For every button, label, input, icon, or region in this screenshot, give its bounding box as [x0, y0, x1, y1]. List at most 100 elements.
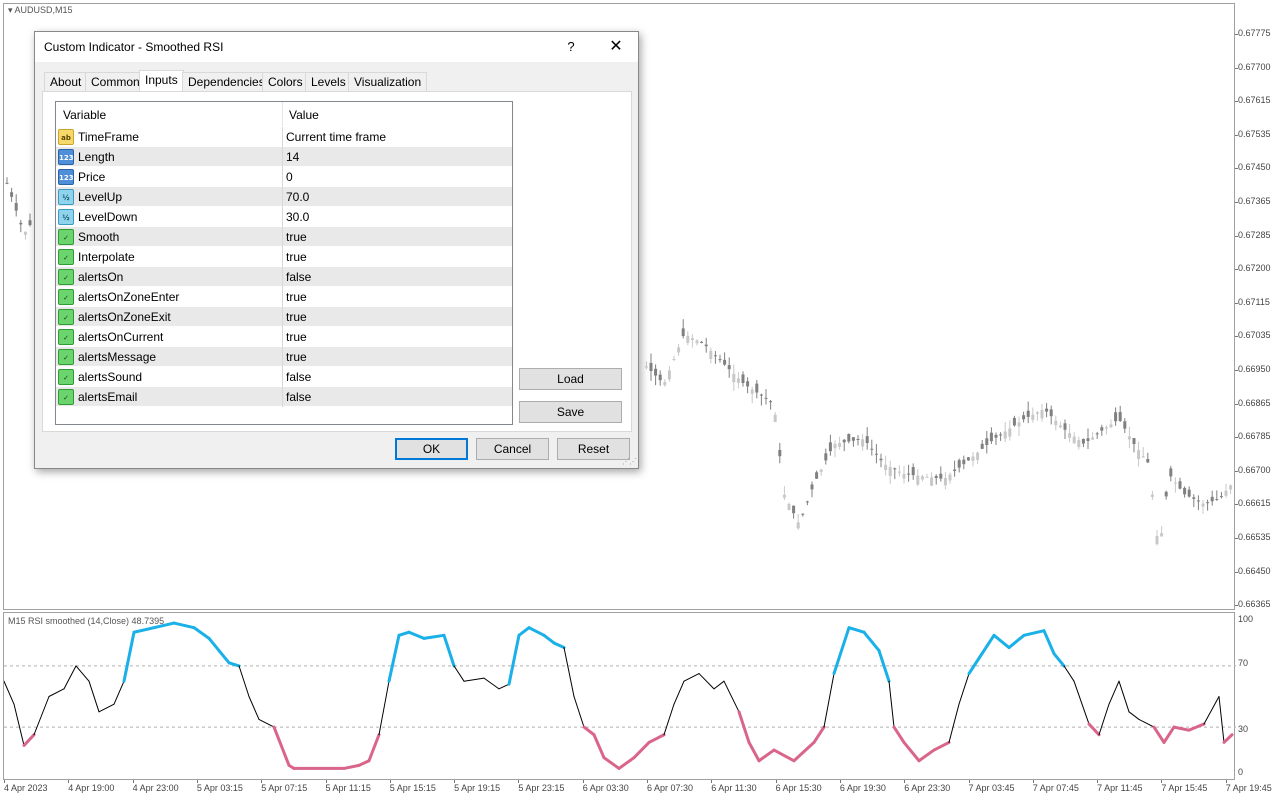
- help-button[interactable]: ?: [559, 32, 583, 62]
- cancel-button[interactable]: Cancel: [476, 438, 549, 460]
- candle-body: [755, 383, 759, 393]
- candle-body: [957, 460, 961, 468]
- variable-value[interactable]: true: [286, 290, 307, 304]
- candle-body: [861, 439, 865, 447]
- rsi-segment: [463, 677, 485, 682]
- rsi-segment: [4, 680, 15, 705]
- time-tick-label: 7 Apr 07:45: [1032, 783, 1079, 793]
- rsi-level-label: 0: [1238, 767, 1244, 777]
- time-tick-label: 5 Apr 15:15: [389, 783, 436, 793]
- input-row-leveldown[interactable]: ½ LevelDown 30.0: [56, 207, 512, 227]
- rsi-segment: [1222, 733, 1234, 744]
- price-tick-label: 0.66700: [1238, 464, 1271, 475]
- input-row-levelup[interactable]: ½ LevelUp 70.0: [56, 187, 512, 207]
- save-button[interactable]: Save: [519, 401, 622, 423]
- rsi-segment: [98, 703, 115, 713]
- input-row-alertssound[interactable]: ✓ alertsSound false: [56, 367, 512, 387]
- tab-levels[interactable]: Levels: [305, 72, 352, 91]
- rsi-segment: [647, 733, 666, 744]
- variable-value[interactable]: 30.0: [286, 210, 309, 224]
- input-row-alertson[interactable]: ✓ alertsOn false: [56, 267, 512, 287]
- indicator-window[interactable]: M15 RSI smoothed (14,Close) 48.7395: [3, 612, 1236, 780]
- candle-body: [1123, 421, 1127, 429]
- rsi-segment: [1042, 629, 1056, 656]
- input-row-alertsonzoneexit[interactable]: ✓ alertsOnZoneExit true: [56, 307, 512, 327]
- variable-value[interactable]: true: [286, 330, 307, 344]
- rsi-segment: [75, 665, 90, 682]
- input-row-alertsoncurrent[interactable]: ✓ alertsOnCurrent true: [56, 327, 512, 347]
- load-button[interactable]: Load: [519, 368, 622, 390]
- variable-name: LevelDown: [78, 210, 138, 224]
- reset-button[interactable]: Reset: [557, 438, 630, 460]
- tab-colors[interactable]: Colors: [262, 72, 309, 91]
- price-tick-label: 0.66450: [1238, 565, 1271, 576]
- rsi-segment: [527, 626, 546, 637]
- candle-body: [856, 438, 860, 440]
- candle-body: [851, 437, 855, 441]
- candle-body: [1146, 458, 1150, 463]
- candle-body: [792, 505, 796, 514]
- candle-body: [1132, 438, 1136, 444]
- tab-inputs[interactable]: Inputs: [139, 70, 184, 92]
- price-tick-label: 0.66535: [1238, 532, 1271, 542]
- candle-body: [1091, 437, 1095, 440]
- price-tick-label: 0.67615: [1238, 95, 1271, 106]
- variable-value[interactable]: 14: [286, 150, 299, 164]
- variable-value[interactable]: true: [286, 310, 307, 324]
- candle-body: [764, 397, 768, 399]
- candle-body: [1160, 533, 1164, 537]
- variable-value[interactable]: 0: [286, 170, 293, 184]
- rsi-segment: [888, 680, 895, 728]
- variable-value[interactable]: true: [286, 350, 307, 364]
- input-row-alertsmessage[interactable]: ✓ alertsMessage true: [56, 347, 512, 367]
- candle-body: [847, 434, 851, 442]
- tab-dependencies[interactable]: Dependencies: [182, 72, 271, 91]
- input-row-length[interactable]: 123 Length 14: [56, 147, 512, 167]
- input-row-price[interactable]: 123 Price 0: [56, 167, 512, 187]
- ok-button[interactable]: OK: [395, 438, 468, 460]
- input-row-timeframe[interactable]: ab TimeFrame Current time frame: [56, 127, 512, 147]
- candle-body: [1031, 414, 1035, 420]
- candle-body: [833, 443, 837, 449]
- variable-value[interactable]: Current time frame: [286, 130, 386, 144]
- column-variable[interactable]: Variable: [63, 108, 106, 122]
- variable-name: Interpolate: [78, 250, 135, 264]
- candle-body: [5, 182, 9, 184]
- candle-body: [1022, 415, 1026, 420]
- candle-body: [1017, 422, 1021, 427]
- close-button[interactable]: ✕: [595, 32, 637, 62]
- variable-value[interactable]: false: [286, 390, 311, 404]
- collapse-triangle-icon[interactable]: ▾: [8, 5, 13, 15]
- variable-value[interactable]: true: [286, 230, 307, 244]
- candle-body: [759, 394, 763, 396]
- candle-body: [828, 442, 832, 452]
- rsi-segment: [673, 680, 685, 705]
- variable-value[interactable]: false: [286, 370, 311, 384]
- input-row-alertsonzoneenter[interactable]: ✓ alertsOnZoneEnter true: [56, 287, 512, 307]
- input-row-alertsemail[interactable]: ✓ alertsEmail false: [56, 387, 512, 407]
- candle-body: [695, 340, 699, 344]
- tab-common[interactable]: Common: [85, 72, 146, 91]
- variable-value[interactable]: true: [286, 250, 307, 264]
- resize-grip-icon[interactable]: ⋰⋰: [622, 457, 637, 466]
- input-row-interpolate[interactable]: ✓ Interpolate true: [56, 247, 512, 267]
- variable-name: alertsMessage: [78, 350, 157, 364]
- bool-icon: ✓: [58, 229, 74, 245]
- rsi-segment: [1063, 665, 1075, 682]
- tab-visualization[interactable]: Visualization: [348, 72, 428, 91]
- time-tick-label: 5 Apr 07:15: [261, 783, 308, 793]
- time-tick-label: 4 Apr 2023: [4, 783, 48, 793]
- candle-body: [893, 468, 897, 470]
- variable-value[interactable]: false: [286, 270, 311, 284]
- column-value[interactable]: Value: [289, 108, 319, 122]
- candle-body: [1086, 438, 1090, 441]
- variable-value[interactable]: 70.0: [286, 190, 309, 204]
- dialog-titlebar[interactable]: Custom Indicator - Smoothed RSI ? ✕: [35, 32, 638, 62]
- candle-body: [976, 452, 980, 460]
- tab-about[interactable]: About: [44, 72, 88, 91]
- rsi-segment: [573, 696, 585, 728]
- time-tick-label: 5 Apr 23:15: [518, 783, 565, 793]
- time-tick-label: 6 Apr 15:30: [775, 783, 822, 793]
- input-row-smooth[interactable]: ✓ Smooth true: [56, 227, 512, 247]
- rsi-segment: [113, 680, 125, 705]
